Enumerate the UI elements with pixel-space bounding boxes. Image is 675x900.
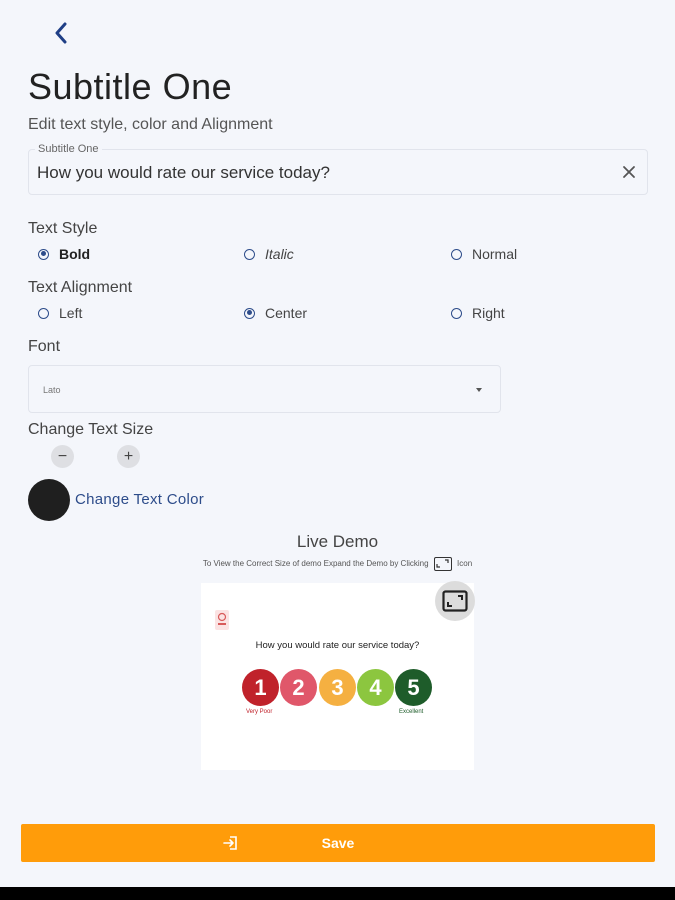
subtitle-field-label: Subtitle One	[35, 143, 102, 155]
radio-center-label: Center	[265, 305, 308, 321]
decrease-size-button[interactable]: −	[51, 445, 74, 468]
radio-center[interactable]: Center	[244, 305, 307, 321]
page-description: Edit text style, color and Alignment	[28, 116, 273, 133]
font-select[interactable]: Lato	[28, 365, 501, 413]
rating-1[interactable]: 1	[242, 669, 279, 706]
radio-dot	[451, 307, 462, 319]
clear-icon[interactable]	[621, 164, 637, 180]
page-title: Subtitle One	[28, 66, 233, 107]
chevron-left-icon	[55, 22, 67, 44]
radio-normal-label: Normal	[472, 246, 518, 262]
subtitle-input[interactable]	[37, 163, 597, 183]
save-button[interactable]: Save	[21, 824, 655, 862]
radio-dot	[244, 248, 255, 260]
font-label: Font	[28, 338, 61, 355]
low-rating-caption: Very Poor	[246, 709, 273, 715]
expand-icon	[442, 590, 468, 612]
radio-bold-label: Bold	[59, 246, 91, 262]
demo-question: How you would rate our service today?	[255, 640, 420, 651]
text-alignment-label: Text Alignment	[28, 279, 133, 296]
radio-italic[interactable]: Italic	[244, 246, 294, 262]
change-text-color-link[interactable]: Change Text Color	[75, 491, 204, 508]
radio-dot-checked	[38, 248, 49, 260]
radio-dot-checked	[244, 307, 255, 319]
text-style-label: Text Style	[28, 220, 98, 237]
rating-4-label: 4	[369, 674, 382, 700]
minus-icon: −	[57, 447, 68, 465]
rating-3[interactable]: 3	[319, 669, 356, 706]
radio-dot	[38, 307, 49, 319]
text-alignment-options: Left Center Right	[28, 305, 648, 325]
rating-2[interactable]: 2	[280, 669, 317, 706]
rating-scale: 1 2 3 4 5	[242, 669, 442, 709]
expand-demo-button[interactable]	[435, 581, 475, 621]
text-size-label: Change Text Size	[28, 421, 154, 438]
live-demo-hint: To View the Correct Size of demo Expand …	[0, 557, 675, 571]
hint-text-after: Icon	[457, 559, 473, 569]
rating-5-label: 5	[407, 674, 420, 700]
brand-logo-icon	[215, 610, 229, 630]
hint-text-before: To View the Correct Size of demo Expand …	[202, 559, 429, 569]
rating-4[interactable]: 4	[357, 669, 394, 706]
save-button-label: Save	[321, 835, 355, 851]
expand-icon	[433, 557, 452, 571]
radio-normal[interactable]: Normal	[451, 246, 517, 262]
text-style-options: Bold Italic Normal	[28, 246, 648, 266]
system-nav-bar	[0, 887, 675, 900]
radio-right-label: Right	[472, 305, 505, 321]
plus-icon: +	[123, 447, 134, 465]
radio-left-label: Left	[59, 305, 83, 321]
rating-1-label: 1	[254, 674, 267, 700]
back-button[interactable]	[48, 20, 74, 46]
radio-left[interactable]: Left	[38, 305, 82, 321]
radio-dot	[451, 248, 462, 260]
caret-down-icon	[476, 388, 482, 392]
live-demo-title: Live Demo	[296, 532, 379, 551]
radio-italic-label: Italic	[265, 246, 294, 262]
rating-3-label: 3	[331, 674, 344, 700]
high-rating-caption: Excellent	[399, 709, 424, 715]
radio-right[interactable]: Right	[451, 305, 505, 321]
subtitle-text-field[interactable]: Subtitle One	[28, 143, 648, 195]
live-demo-card: How you would rate our service today? 1 …	[201, 581, 475, 770]
increase-size-button[interactable]: +	[117, 445, 140, 468]
radio-bold[interactable]: Bold	[38, 246, 90, 262]
text-color-swatch[interactable]	[28, 479, 70, 521]
rating-5[interactable]: 5	[395, 669, 432, 706]
rating-2-label: 2	[292, 674, 305, 700]
font-select-value: Lato	[43, 385, 61, 395]
